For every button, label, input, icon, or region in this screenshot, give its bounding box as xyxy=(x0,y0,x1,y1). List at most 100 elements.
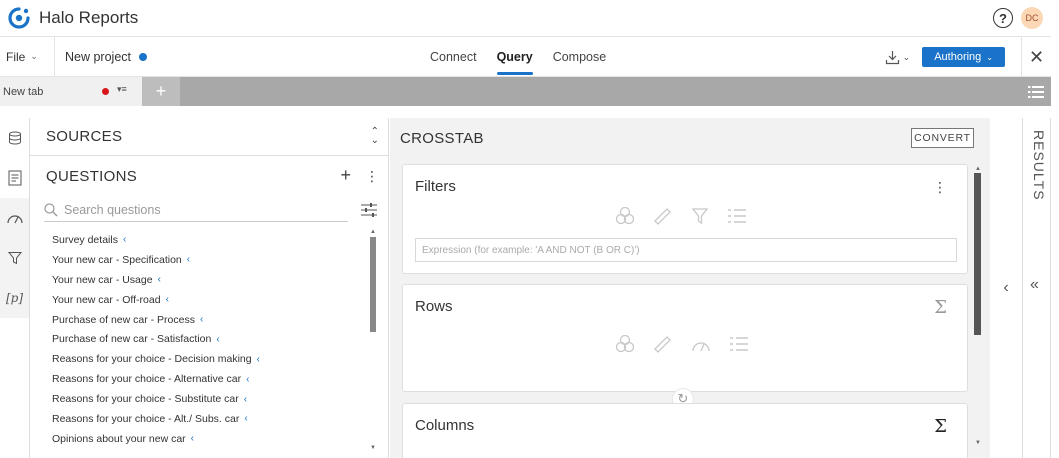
questions-header: QUESTIONS + ⋮ xyxy=(30,157,389,195)
search-icon xyxy=(44,202,58,216)
add-question-icon[interactable]: + xyxy=(340,165,351,187)
expand-chevron-icon[interactable]: ‹ xyxy=(257,354,260,365)
expand-chevron-icon[interactable]: ‹ xyxy=(166,294,169,305)
expand-chevron-icon[interactable]: ‹ xyxy=(216,334,219,345)
list-item[interactable]: Opinions about your new car ‹ xyxy=(52,429,362,449)
list-item[interactable]: Reasons for your choice - Alternative ca… xyxy=(52,369,362,389)
expand-collapse-icon[interactable]: ⌃ ⌄ xyxy=(371,127,379,146)
expression-input[interactable] xyxy=(415,238,957,262)
more-options-icon[interactable]: ⋮ xyxy=(365,165,379,187)
more-options-icon[interactable]: ⋮ xyxy=(933,179,947,196)
results-label: RESULTS xyxy=(1031,130,1047,201)
project-name[interactable]: New project xyxy=(65,50,147,64)
rows-card: Rows Σ xyxy=(402,284,968,392)
expand-chevron-icon[interactable]: ‹ xyxy=(244,394,247,405)
crosstab-title: CROSSTAB xyxy=(400,130,484,147)
help-icon[interactable]: ? xyxy=(993,8,1013,28)
chevron-left-icon: ‹ xyxy=(1003,279,1009,296)
navbar-actions: ⌄ Authoring ⌄ ✕ xyxy=(885,37,1051,77)
list-item[interactable]: Survey details ‹ xyxy=(52,230,362,250)
document-tab-strip: New tab ▾≡ + xyxy=(0,77,1051,106)
scroll-down-icon[interactable]: ▼ xyxy=(975,440,981,446)
app-title: Halo Reports xyxy=(39,8,139,27)
questions-actions: + ⋮ xyxy=(340,165,379,187)
sigma-icon[interactable]: Σ xyxy=(934,416,947,437)
list-item-label: Your new car - Specification xyxy=(52,253,182,266)
sources-questions-panel: SOURCES ⌃⌄ QUESTIONS + ⋮ Survey details ‹… xyxy=(30,118,389,458)
add-tab-button[interactable]: + xyxy=(142,77,180,106)
tab-connect[interactable]: Connect xyxy=(430,37,477,77)
expand-chevron-icon[interactable]: ‹ xyxy=(187,254,190,265)
authoring-label: Authoring xyxy=(934,51,982,63)
list-item[interactable]: Reasons for your choice - Substitute car… xyxy=(52,389,362,409)
expand-chevron-icon[interactable]: ‹ xyxy=(191,433,194,444)
file-menu[interactable]: File ⌄ xyxy=(0,37,55,76)
scrollbar-thumb[interactable] xyxy=(974,173,981,335)
results-rail[interactable]: RESULTS « xyxy=(1022,118,1051,458)
questions-title: QUESTIONS xyxy=(46,167,138,185)
scroll-up-icon[interactable]: ▲ xyxy=(370,229,376,235)
tab-compose[interactable]: Compose xyxy=(553,37,607,77)
crosstab-panel: CROSSTAB CONVERT Filters ⋮ Rows Σ ↻ Colu… xyxy=(390,118,990,458)
search-input[interactable] xyxy=(64,202,324,217)
authoring-mode-button[interactable]: Authoring ⌄ xyxy=(922,47,1005,67)
crosstab-scrollbar[interactable]: ▲ ▼ xyxy=(974,166,982,448)
list-item[interactable]: Purchase of new car - Process ‹ xyxy=(52,310,362,330)
rail-parameters[interactable]: [p] xyxy=(0,278,29,318)
scrollbar-thumb[interactable] xyxy=(370,237,376,332)
rail-gauge[interactable] xyxy=(0,198,29,238)
list-item-label: Survey details xyxy=(52,233,118,246)
document-tab-label: New tab xyxy=(3,85,44,98)
list-view-icon xyxy=(1028,85,1044,98)
list-item[interactable]: Your new car - Specification ‹ xyxy=(52,250,362,270)
list-icon xyxy=(728,209,746,223)
close-button[interactable]: ✕ xyxy=(1021,37,1051,77)
tab-query[interactable]: Query xyxy=(496,37,533,77)
list-item-label: Your new car - Off-road xyxy=(52,293,161,306)
expand-chevron-icon[interactable]: ‹ xyxy=(246,374,249,385)
expand-chevron-icon[interactable]: ‹ xyxy=(123,234,126,245)
download-button[interactable]: ⌄ xyxy=(885,50,910,65)
database-icon xyxy=(8,131,21,145)
list-item-label: Reasons for your choice - Alternative ca… xyxy=(52,373,242,386)
double-chevron-left-icon[interactable]: « xyxy=(1030,276,1039,294)
search-options-button[interactable] xyxy=(360,202,378,221)
expand-chevron-icon[interactable]: ‹ xyxy=(244,413,247,424)
list-view-button[interactable] xyxy=(1021,77,1051,106)
venn-icon xyxy=(615,207,635,225)
ruler-icon xyxy=(654,336,671,353)
question-list-scrollbar[interactable]: ▲ ▼ xyxy=(368,229,376,453)
scroll-up-icon[interactable]: ▲ xyxy=(975,166,981,172)
avatar[interactable]: DC xyxy=(1021,7,1043,29)
document-tab[interactable]: New tab ▾≡ xyxy=(0,77,142,106)
close-icon: ✕ xyxy=(1028,46,1045,67)
chevron-down-icon: ⌄ xyxy=(30,51,38,61)
filters-title: Filters xyxy=(415,178,456,195)
sliders-icon xyxy=(361,203,377,217)
parameter-icon: [p] xyxy=(5,291,24,305)
list-item-label: Reasons for your choice - Decision makin… xyxy=(52,353,252,366)
rail-filter[interactable] xyxy=(0,238,29,278)
main-tabs: Connect Query Compose xyxy=(420,37,616,77)
rail-questions[interactable] xyxy=(0,158,29,198)
list-item[interactable]: Reasons for your choice - Alt./ Subs. ca… xyxy=(52,409,362,429)
sources-header[interactable]: SOURCES ⌃ ⌄ xyxy=(30,118,389,156)
gauge-icon xyxy=(6,215,23,224)
expand-chevron-icon[interactable]: ‹ xyxy=(158,274,161,285)
expand-chevron-icon[interactable]: ‹ xyxy=(200,314,203,325)
app-header: Halo Reports ? DC xyxy=(0,0,1051,37)
rail-sources[interactable] xyxy=(0,118,29,158)
scroll-down-icon[interactable]: ▼ xyxy=(370,445,376,451)
list-item[interactable]: Your new car - Usage ‹ xyxy=(52,270,362,290)
filters-card: Filters ⋮ xyxy=(402,164,968,274)
tab-menu-icon[interactable]: ▾≡ xyxy=(117,84,127,95)
list-item-label: Reasons for your choice - Substitute car xyxy=(52,393,239,406)
list-item-label: Purchase of new car - Process xyxy=(52,313,195,326)
download-icon xyxy=(885,50,899,64)
convert-button[interactable]: CONVERT xyxy=(911,128,974,148)
list-item[interactable]: Purchase of new car - Satisfaction ‹ xyxy=(52,329,362,349)
list-item[interactable]: Reasons for your choice - Decision makin… xyxy=(52,349,362,369)
list-item[interactable]: Your new car - Off-road ‹ xyxy=(52,290,362,310)
collapse-crosstab-button[interactable]: ‹ xyxy=(990,118,1022,458)
sigma-icon[interactable]: Σ xyxy=(934,297,947,318)
